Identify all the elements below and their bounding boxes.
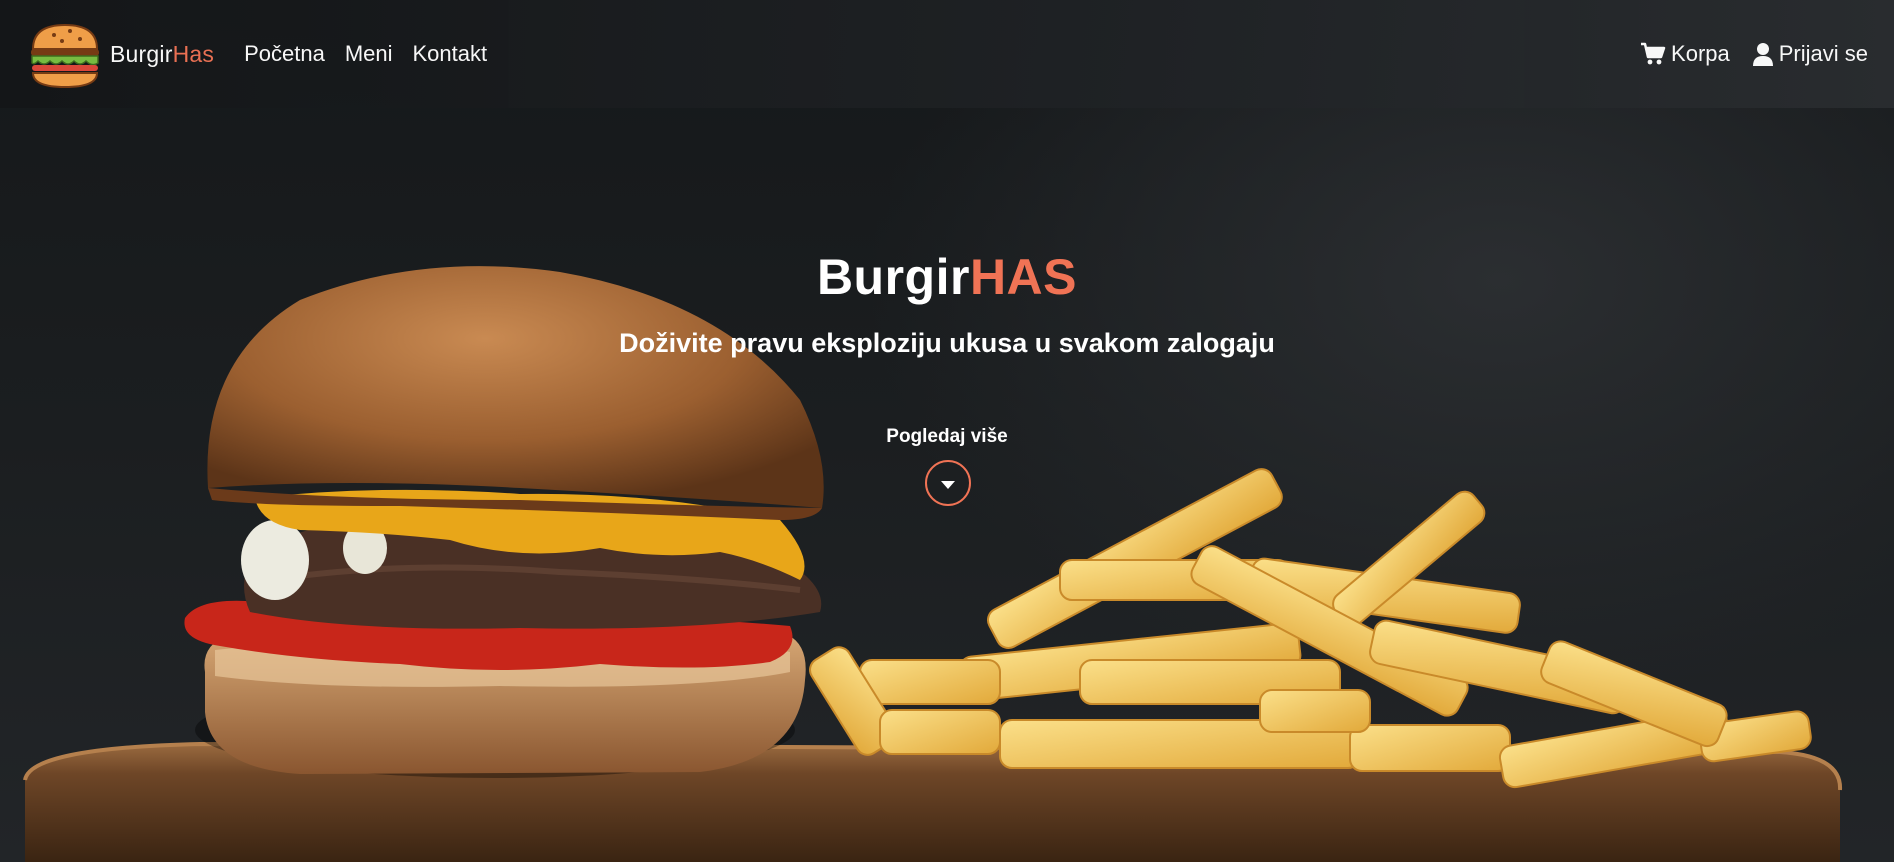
login-label: Prijavi se bbox=[1778, 41, 1868, 66]
nav-link-home[interactable]: Početna bbox=[244, 41, 325, 67]
see-more-label: Pogledaj više bbox=[886, 426, 1008, 447]
nav-actions: Korpa Prijavi se bbox=[1640, 41, 1868, 67]
burger-logo-icon[interactable] bbox=[26, 15, 104, 93]
brand-accent: Has bbox=[172, 40, 215, 67]
cart-icon bbox=[1641, 42, 1666, 65]
brand-name[interactable]: Burgir Has bbox=[110, 41, 214, 68]
hero-title: BurgirHAS bbox=[0, 248, 1894, 306]
hero-title-accent: HAS bbox=[969, 249, 1078, 305]
brand-main: Burgir bbox=[110, 40, 173, 67]
cart-button[interactable]: Korpa bbox=[1640, 41, 1730, 67]
hero-title-main: Burgir bbox=[816, 249, 970, 305]
nav-links: Početna Meni Kontakt bbox=[244, 41, 487, 67]
chevron-down-icon bbox=[941, 480, 955, 489]
navbar: Burgir Has Početna Meni Kontakt Korpa Pri… bbox=[0, 0, 1894, 108]
nav-link-menu[interactable]: Meni bbox=[345, 41, 393, 67]
nav-link-contact[interactable]: Kontakt bbox=[413, 41, 488, 67]
cart-label: Korpa bbox=[1671, 41, 1730, 66]
see-more-button[interactable] bbox=[925, 460, 971, 506]
user-icon bbox=[1752, 43, 1773, 66]
hero-subtitle: Doživite pravu eksploziju ukusa u svakom… bbox=[619, 328, 1275, 358]
login-button[interactable]: Prijavi se bbox=[1752, 41, 1868, 67]
